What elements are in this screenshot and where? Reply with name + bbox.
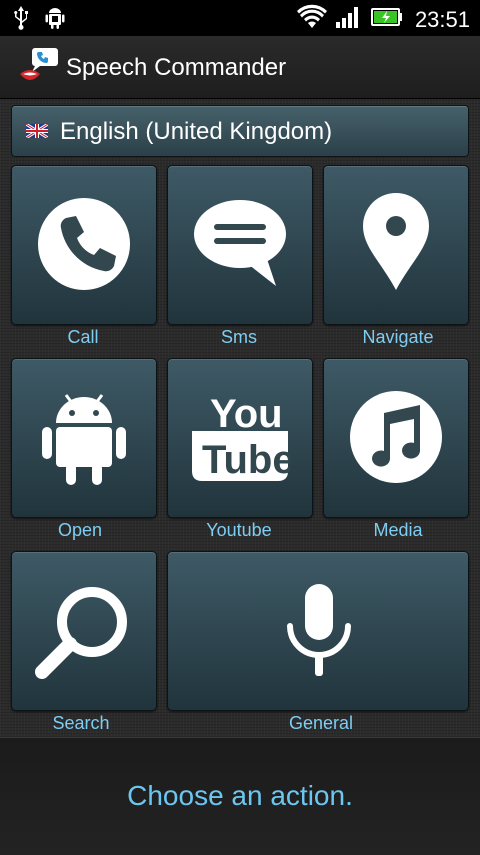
youtube-label: Youtube [206, 520, 272, 540]
media-label: Media [373, 520, 423, 540]
open-button[interactable] [11, 358, 157, 518]
music-note-icon [350, 391, 442, 483]
uk-flag-icon [25, 122, 49, 140]
general-label: General [288, 713, 354, 733]
phone-icon [38, 198, 130, 290]
message-icon [194, 200, 286, 286]
map-pin-icon [363, 193, 429, 290]
battery-charging-icon [370, 7, 403, 32]
media-button[interactable] [323, 358, 469, 518]
language-label: English (United Kingdom) [60, 118, 333, 145]
main-content: English (United Kingdom) Call Sms Naviga… [0, 99, 480, 737]
signal-icon [335, 5, 363, 34]
search-button[interactable] [11, 551, 157, 711]
youtube-icon: You Tube [192, 392, 290, 482]
title-bar: Speech Commander [0, 36, 480, 99]
status-message: Choose an action. [127, 780, 353, 811]
youtube-button[interactable]: You Tube [167, 358, 313, 518]
wifi-icon [296, 4, 327, 35]
navigate-label: Navigate [362, 327, 434, 347]
language-selector[interactable]: English (United Kingdom) [11, 105, 469, 157]
status-panel: Choose an action. [0, 737, 480, 855]
general-button[interactable] [167, 551, 469, 711]
call-label: Call [67, 327, 99, 347]
app-title: Speech Commander [66, 54, 287, 81]
clock: 23:51 [414, 6, 470, 32]
speech-bubble-mouth-icon [18, 46, 60, 88]
search-label: Search [52, 713, 110, 733]
microphone-icon [287, 584, 351, 676]
navigate-button[interactable] [323, 165, 469, 325]
status-bar: 23:51 [0, 0, 480, 36]
call-button[interactable] [11, 165, 157, 325]
sms-button[interactable] [167, 165, 313, 325]
open-label: Open [57, 520, 103, 540]
sms-label: Sms [221, 327, 257, 347]
android-debug-icon [44, 6, 66, 35]
usb-icon [12, 6, 30, 35]
android-icon [42, 394, 126, 485]
search-icon [35, 587, 127, 679]
svg-text:Tube: Tube [202, 438, 290, 482]
svg-text:You: You [210, 392, 283, 436]
